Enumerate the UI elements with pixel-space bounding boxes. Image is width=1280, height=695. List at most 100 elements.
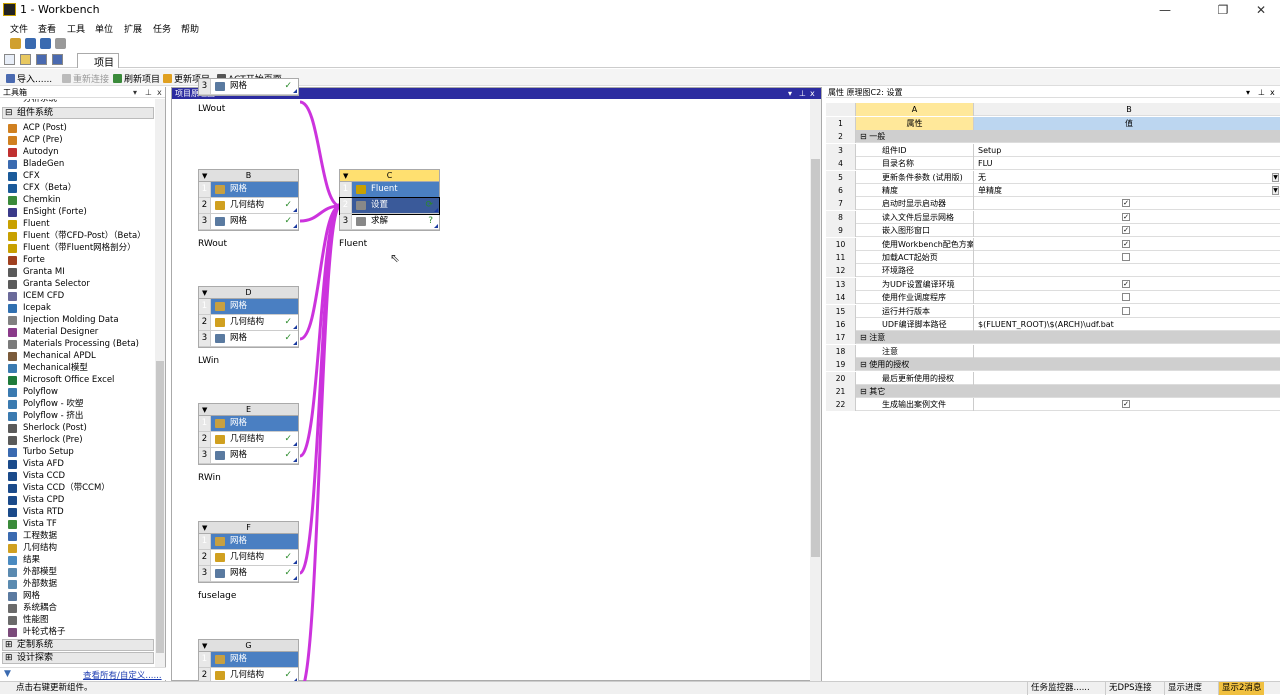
property-row[interactable]: 1 属性值	[826, 117, 1280, 130]
system-block-c[interactable]: ▼ C 1 Fluent 2 设置 ⟳ 3 求解?	[339, 169, 440, 231]
show-messages-button[interactable]: 显示2消息	[1218, 682, 1265, 695]
system-cell[interactable]: 1 网格	[199, 534, 298, 550]
import-icon[interactable]	[10, 38, 21, 49]
system-block-g[interactable]: ▼ G 1 网格 2 几何结构 ✓	[198, 639, 299, 685]
dropdown-icon[interactable]: ▾	[1246, 87, 1250, 98]
property-row[interactable]: 13 为UDF设置编译环境 ✓	[826, 277, 1280, 291]
toolbox-item[interactable]: 性能图	[0, 614, 155, 626]
system-cell[interactable]: 1 网格	[199, 299, 298, 315]
toolbox-item[interactable]: Vista RTD	[0, 506, 155, 518]
property-checkbox[interactable]: ✓	[1122, 279, 1130, 288]
menu-help[interactable]: 帮助	[181, 22, 199, 35]
toolbox-item[interactable]: EnSight (Forte)	[0, 206, 155, 218]
property-checkbox[interactable]: ✓	[1122, 199, 1130, 208]
toolbox-item[interactable]: Mechanical APDL	[0, 350, 155, 362]
system-cell[interactable]: 2 几何结构 ✓	[199, 198, 298, 214]
scroll-thumb[interactable]	[811, 159, 820, 557]
system-block-b[interactable]: ▼ B 1 网格 2 几何结构 ✓ 3 网格 ✓	[198, 169, 299, 231]
collapse-icon[interactable]: ⊟	[860, 333, 869, 342]
close-button[interactable]: ✕	[1238, 0, 1280, 20]
property-checkbox[interactable]	[1122, 293, 1130, 302]
system-block-a[interactable]: 3 网格 ✓	[198, 78, 299, 96]
system-cell[interactable]: 3 求解?	[340, 214, 439, 230]
reconnect-button[interactable]: 重新连接	[62, 72, 109, 85]
system-caption[interactable]: fuselage	[198, 591, 236, 601]
toolbox-scrollbar[interactable]	[155, 99, 165, 669]
close-icon[interactable]: x	[157, 87, 162, 98]
property-checkbox[interactable]: ✓	[1122, 226, 1130, 235]
job-monitor-button[interactable]: 任务监控器......	[1027, 682, 1093, 695]
group-custom-systems[interactable]: ⊞ 定制系统	[2, 639, 154, 651]
toolbox-item[interactable]: Autodyn	[0, 146, 155, 158]
toolbox-item[interactable]: Sherlock (Post)	[0, 422, 155, 434]
toolbox-item[interactable]: Material Designer	[0, 326, 155, 338]
system-cell[interactable]: 3 网格 ✓	[199, 331, 298, 347]
show-progress-button[interactable]: 显示进度	[1164, 682, 1205, 695]
view-all-link[interactable]: 查看所有/自定义......	[83, 669, 162, 681]
toolbox-item[interactable]: 叶轮式格子	[0, 626, 155, 638]
toolbox-item[interactable]: Vista AFD	[0, 458, 155, 470]
menu-view[interactable]: 查看	[38, 22, 56, 35]
property-row[interactable]: 16 UDF编译脚本路径 $(FLUENT_ROOT)\$(ARCH)\udf.ba…	[826, 318, 1280, 331]
toolbox-item[interactable]: 工程数据	[0, 530, 155, 542]
system-caption[interactable]: LWin	[198, 356, 219, 366]
menu-jobs[interactable]: 任务	[153, 22, 171, 35]
expand-icon[interactable]: ⊞	[5, 640, 13, 651]
system-cell[interactable]: 3 网格 ✓	[199, 448, 298, 464]
property-category[interactable]: 17 ⊟ 注意	[826, 331, 1280, 345]
group-component-systems[interactable]: ⊟ 组件系统	[2, 107, 154, 119]
property-checkbox[interactable]	[1122, 306, 1130, 315]
system-cell[interactable]: 2 几何结构 ✓	[199, 315, 298, 331]
collapse-icon[interactable]: ⊟	[860, 360, 869, 369]
property-checkbox[interactable]: ✓	[1122, 212, 1130, 221]
system-cell[interactable]: 1 网格	[199, 182, 298, 198]
toolbox-item[interactable]: Granta Selector	[0, 278, 155, 290]
pin-icon[interactable]: ⊥	[1258, 87, 1265, 98]
property-row[interactable]: 7 启动时显示启动器 ✓	[826, 197, 1280, 211]
minimize-button[interactable]: —	[1142, 0, 1188, 20]
toolbox-item[interactable]: Injection Molding Data	[0, 314, 155, 326]
dropdown-icon[interactable]: ▼	[202, 287, 207, 299]
system-header[interactable]: ▼ F	[199, 522, 298, 534]
toolbox-item[interactable]: Icepak	[0, 302, 155, 314]
system-cell[interactable]: 3 网格 ✓	[199, 79, 298, 95]
system-cell[interactable]: 3 网格 ✓	[199, 214, 298, 230]
toolbox-item[interactable]: Polyflow - 挤出	[0, 410, 155, 422]
expand-icon[interactable]: ⊞	[5, 653, 13, 664]
dropdown-arrow-icon[interactable]: ▼	[1272, 172, 1279, 182]
toolbox-item[interactable]: 几何结构	[0, 542, 155, 554]
tab-project[interactable]: 项目	[77, 53, 119, 69]
system-block-e[interactable]: ▼ E 1 网格 2 几何结构 ✓ 3 网格 ✓	[198, 403, 299, 465]
toolbox-item[interactable]: CFX（Beta）	[0, 182, 155, 194]
dropdown-arrow-icon[interactable]: ▼	[1272, 186, 1279, 195]
toolbox-item[interactable]: 网格	[0, 590, 155, 602]
property-row[interactable]: 3 组件ID Setup	[826, 143, 1280, 157]
toolbox-item[interactable]: 外部模型	[0, 566, 155, 578]
system-cell[interactable]: 1 网格	[199, 652, 298, 668]
property-row[interactable]: 5 更新条件参数 (试用版) 无 ▼	[826, 170, 1280, 184]
property-checkbox[interactable]: ✓	[1122, 239, 1130, 248]
system-cell[interactable]: 3 网格 ✓	[199, 566, 298, 582]
toolbox-item[interactable]: Sherlock (Pre)	[0, 434, 155, 446]
toolbox-item[interactable]: CFX	[0, 170, 155, 182]
toolbox-item[interactable]: ACP (Pre)	[0, 134, 155, 146]
system-header[interactable]: ▼ E	[199, 404, 298, 416]
collapse-icon[interactable]: ⊟	[860, 132, 869, 141]
system-cell[interactable]: 1 网格	[199, 416, 298, 432]
toolbox-item[interactable]: Polyflow	[0, 386, 155, 398]
toolbox-item[interactable]: Vista TF	[0, 518, 155, 530]
dps-connection-status[interactable]: 无DPS连接	[1105, 682, 1155, 695]
save-as-icon[interactable]	[52, 54, 63, 65]
property-row[interactable]: 4 目录名称 FLU	[826, 157, 1280, 171]
toolbox-item[interactable]: Vista CCD（带CCM）	[0, 482, 155, 494]
menu-units[interactable]: 单位	[95, 22, 113, 35]
system-cell[interactable]: 2 几何结构 ✓	[199, 550, 298, 566]
system-header[interactable]: ▼ C	[340, 170, 439, 182]
dropdown-icon[interactable]: ▼	[202, 522, 207, 534]
system-header[interactable]: ▼ D	[199, 287, 298, 299]
toolbox-item[interactable]: Turbo Setup	[0, 446, 155, 458]
save-icon[interactable]	[36, 54, 47, 65]
toolbox-item[interactable]: ICEM CFD	[0, 290, 155, 302]
toolbox-item[interactable]: Forte	[0, 254, 155, 266]
toolbox-item[interactable]: Materials Processing (Beta)	[0, 338, 155, 350]
